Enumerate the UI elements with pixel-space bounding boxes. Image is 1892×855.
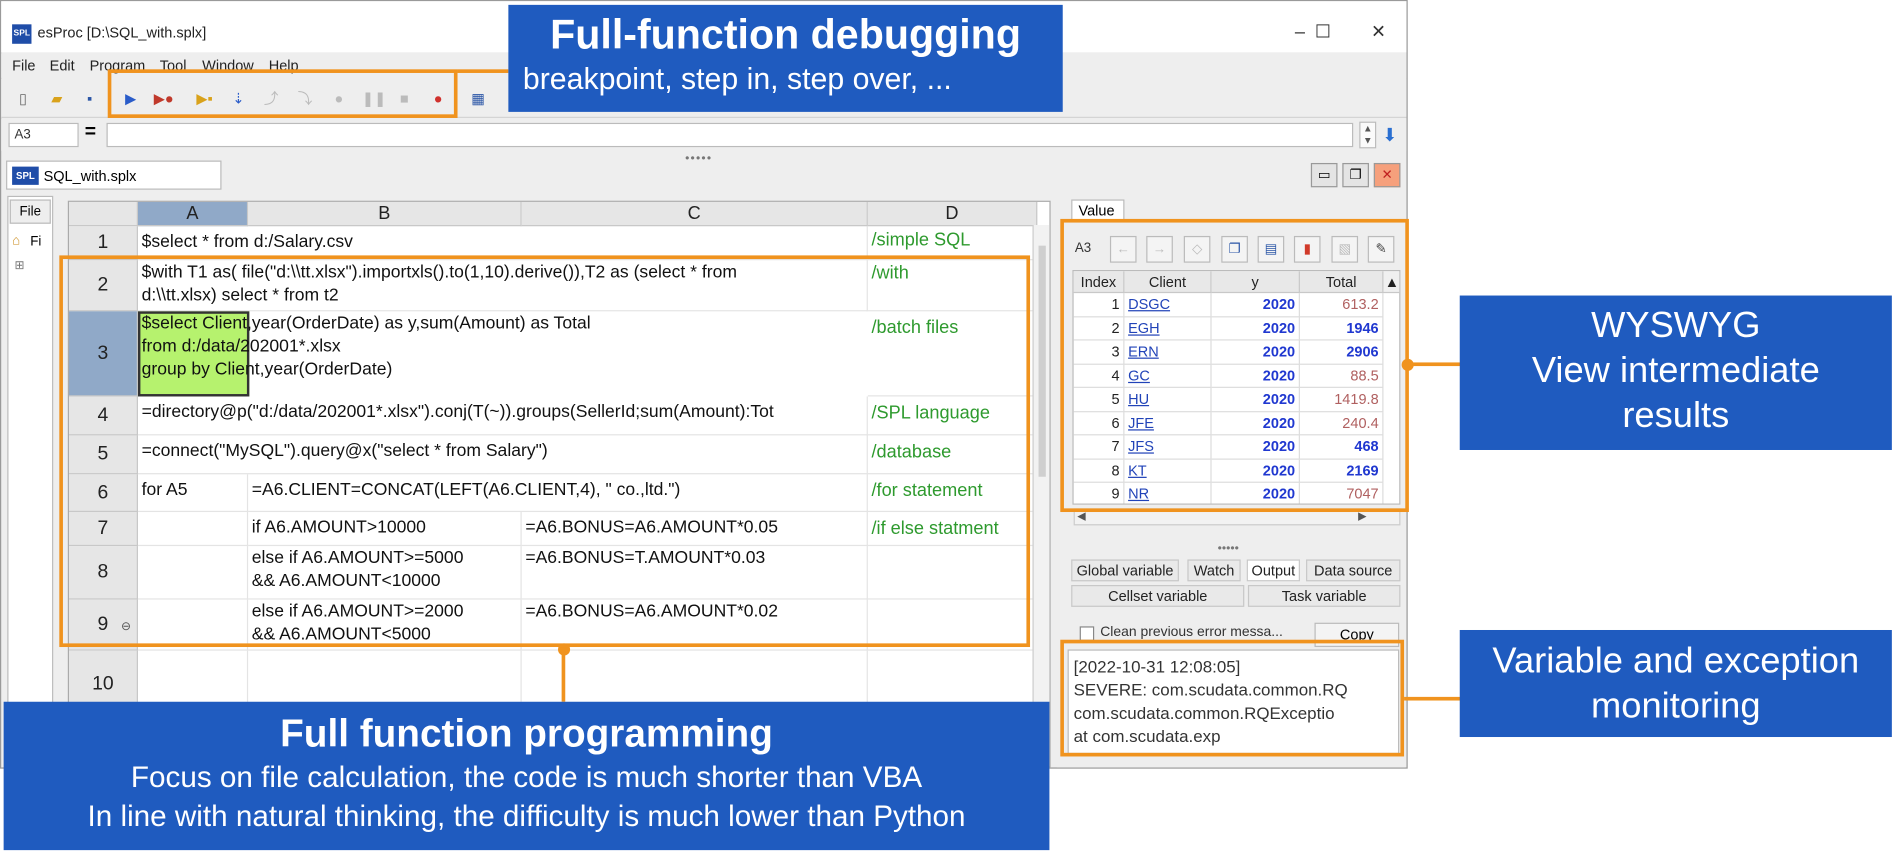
wysiwyg-callout-line: results bbox=[1622, 395, 1730, 436]
menu-edit[interactable]: Edit bbox=[50, 57, 75, 74]
value-panel-highlight bbox=[1060, 218, 1409, 513]
tab-watch[interactable]: Watch bbox=[1187, 559, 1241, 582]
menu-file[interactable]: File bbox=[12, 57, 35, 74]
programming-callout-line: Focus on file calculation, the code is m… bbox=[130, 761, 923, 795]
home-folder-icon[interactable]: ⌂ bbox=[12, 234, 20, 249]
tab-cellset-variable[interactable]: Cellset variable bbox=[1071, 584, 1245, 607]
open-folder-icon[interactable]: ▰ bbox=[47, 89, 66, 108]
file-panel-tab[interactable]: File bbox=[9, 199, 51, 224]
document-tab-label: SQL_with.splx bbox=[43, 167, 137, 185]
spl-file-icon: SPL bbox=[12, 166, 39, 185]
code-area-connector bbox=[561, 650, 566, 702]
esproc-logo-icon: SPL bbox=[12, 24, 32, 44]
tree-expand-icon[interactable]: ⊞ bbox=[15, 259, 25, 272]
column-header-d[interactable]: D bbox=[867, 201, 1038, 227]
mdi-minimize-button[interactable]: ▭ bbox=[1310, 162, 1338, 188]
grid-corner[interactable] bbox=[68, 201, 138, 227]
document-tab[interactable]: SPL SQL_with.splx bbox=[6, 160, 222, 190]
grid-view-icon[interactable]: ▦ bbox=[468, 89, 487, 108]
tab-data-source[interactable]: Data source bbox=[1306, 559, 1401, 582]
formula-equals-label: = bbox=[84, 121, 97, 143]
monitoring-callout: Variable and exception monitoring bbox=[1459, 629, 1892, 738]
wysiwyg-callout-line: WYSWYG bbox=[1591, 305, 1761, 346]
column-header-a[interactable]: A bbox=[137, 201, 249, 227]
wysiwyg-callout: WYSWYG View intermediate results bbox=[1459, 295, 1892, 450]
column-header-c[interactable]: C bbox=[521, 201, 868, 227]
save-icon[interactable]: ▪ bbox=[80, 89, 99, 108]
new-file-icon[interactable]: ▯ bbox=[13, 89, 32, 108]
debug-connector bbox=[457, 69, 509, 73]
maximize-button[interactable]: ☐ bbox=[1305, 18, 1341, 47]
debug-callout: Full-function debugging breakpoint, step… bbox=[508, 4, 1063, 112]
window-title: esProc [D:\SQL_with.splx] bbox=[37, 24, 207, 42]
console-highlight bbox=[1060, 639, 1405, 757]
console-connector bbox=[1404, 696, 1461, 701]
tab-output[interactable]: Output bbox=[1246, 559, 1300, 582]
grid-scroll-thumb[interactable] bbox=[1038, 245, 1046, 477]
cell-reference-field[interactable]: A3 bbox=[8, 122, 79, 148]
formula-input[interactable] bbox=[106, 122, 1354, 148]
mdi-close-button[interactable]: ✕ bbox=[1373, 162, 1401, 188]
programming-callout: Full function programming Focus on file … bbox=[3, 701, 1050, 851]
panel-splitter-grip-icon[interactable]: ••••• bbox=[1218, 542, 1239, 555]
programming-callout-line: In line with natural thinking, the diffi… bbox=[87, 800, 966, 834]
tab-global-variable[interactable]: Global variable bbox=[1071, 559, 1179, 582]
column-header-b[interactable]: B bbox=[248, 201, 522, 227]
splitter-grip-icon[interactable]: ••••• bbox=[685, 152, 712, 165]
file-tree-item[interactable]: Fi bbox=[30, 235, 41, 250]
tab-task-variable[interactable]: Task variable bbox=[1247, 584, 1401, 607]
formula-scroll-icon[interactable]: ▲ ▼ bbox=[1359, 121, 1377, 149]
clean-errors-label: Clean previous error messa... bbox=[1100, 625, 1283, 640]
value-panel-connector bbox=[1408, 362, 1461, 367]
formula-bar: A3 = ▲ ▼ ⬇ bbox=[1, 119, 1407, 151]
file-panel: File ⌂ Fi ⊞ bbox=[7, 195, 54, 768]
monitoring-callout-line: Variable and exception bbox=[1492, 640, 1860, 682]
close-button[interactable]: ✕ bbox=[1360, 18, 1396, 47]
debug-callout-subtitle: breakpoint, step in, step over, ... bbox=[522, 62, 952, 97]
expand-formula-icon[interactable]: ⬇ bbox=[1382, 124, 1397, 146]
debug-callout-title: Full-function debugging bbox=[550, 12, 1021, 59]
programming-callout-title: Full function programming bbox=[280, 711, 773, 756]
toolbar-highlight bbox=[107, 69, 458, 118]
mdi-restore-button[interactable]: ❐ bbox=[1342, 162, 1369, 188]
code-area-highlight bbox=[59, 255, 1031, 648]
monitoring-callout-line: monitoring bbox=[1591, 685, 1761, 727]
wysiwyg-callout-line: View intermediate bbox=[1531, 350, 1820, 391]
